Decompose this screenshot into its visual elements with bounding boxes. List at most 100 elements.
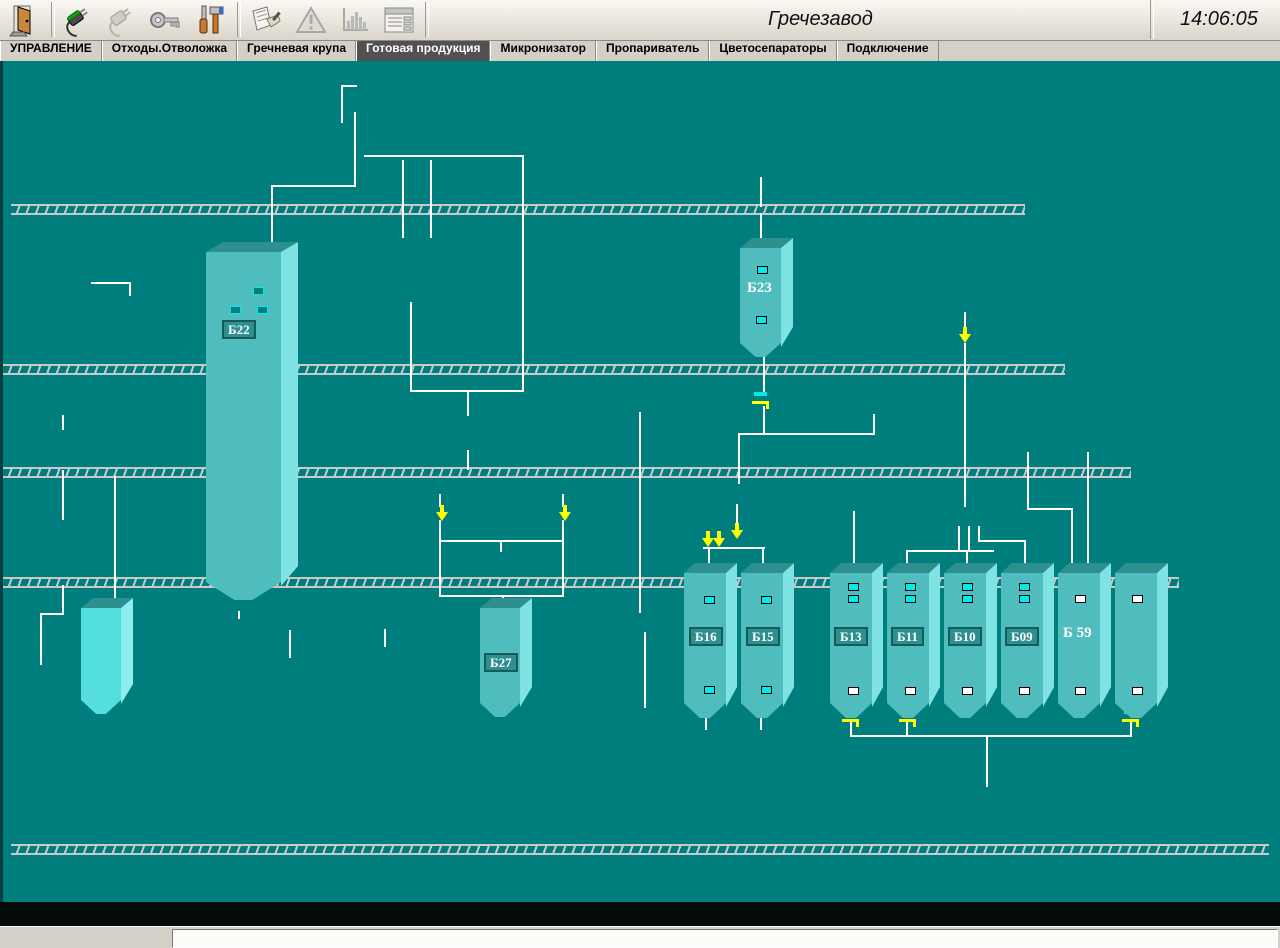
tab-2[interactable]: Отходы.Отволожка — [102, 41, 237, 61]
toolbar-separator — [51, 2, 55, 37]
pipe-line — [467, 450, 469, 470]
pipe-line — [850, 735, 1132, 737]
pipe-line — [62, 415, 64, 430]
slide-gate[interactable] — [752, 392, 772, 414]
bottom-black-band — [0, 902, 1280, 926]
silo-last[interactable] — [1115, 563, 1170, 725]
pipe-line — [402, 160, 404, 238]
pipe-line — [1027, 452, 1029, 510]
silo-othody[interactable] — [81, 598, 135, 721]
pipe-line — [91, 282, 131, 284]
pipe-line — [341, 85, 357, 87]
trends-button[interactable] — [335, 2, 375, 37]
exit-button[interactable] — [6, 2, 46, 37]
pipe-line — [986, 735, 988, 787]
silo-b09-label: Б09 — [1005, 627, 1039, 646]
journal-button[interactable] — [245, 2, 285, 37]
silo-b59[interactable] — [1058, 563, 1113, 725]
pipe-line — [467, 390, 469, 416]
pipe-line — [906, 550, 994, 552]
tab-bar: УПРАВЛЕНИЕОтходы.ОтволожкаГречневая круп… — [0, 41, 1280, 62]
flow-arrow — [731, 523, 743, 539]
pipe-line — [410, 302, 412, 392]
exit-door-icon — [9, 3, 43, 37]
silo-b22-label: Б22 — [222, 320, 256, 339]
pipe-line — [40, 613, 42, 665]
pipe-line — [873, 414, 875, 435]
level-sensor — [761, 686, 772, 694]
pipe-line — [978, 540, 1026, 542]
level-sensor — [253, 287, 264, 295]
pipe-line — [40, 613, 64, 615]
report-button[interactable] — [379, 2, 419, 37]
level-sensor — [756, 316, 767, 324]
level-sensor — [1132, 595, 1143, 603]
tab-6[interactable]: Пропариватель — [596, 41, 709, 61]
conveyor-line — [3, 364, 1065, 375]
pipe-line — [500, 540, 502, 552]
level-sensor — [905, 583, 916, 591]
pipe-line — [522, 155, 524, 392]
key-icon — [147, 3, 183, 37]
clock-separator — [1150, 0, 1154, 39]
flow-arrow — [713, 531, 725, 547]
pipe-line — [271, 185, 356, 187]
alarms-button[interactable] — [291, 2, 331, 37]
pipe-line — [964, 343, 966, 507]
conveyor-line — [11, 204, 1025, 215]
silo-b23[interactable] — [740, 238, 795, 364]
mimic-canvas: Б22Б23Б27Б16Б15Б13Б11Б10Б09Б 59 — [0, 61, 1280, 902]
level-sensor — [1075, 595, 1086, 603]
toolbar-separator — [425, 2, 429, 37]
key-button[interactable] — [145, 2, 185, 37]
tools-icon — [193, 3, 227, 37]
tab-1[interactable]: УПРАВЛЕНИЕ — [0, 41, 102, 61]
pipe-line — [644, 632, 646, 708]
level-sensor — [257, 306, 268, 314]
tab-4[interactable]: Готовая продукция — [356, 41, 490, 63]
pipe-line — [341, 85, 343, 123]
silo-b22[interactable] — [206, 242, 300, 607]
tools-button[interactable] — [190, 2, 230, 37]
plant-title: Гречезавод — [768, 8, 873, 31]
pipe-line — [62, 585, 64, 615]
conveyor-line — [3, 467, 1131, 478]
level-sensor — [757, 266, 768, 274]
level-sensor — [848, 595, 859, 603]
silo-b15-label: Б15 — [746, 627, 780, 646]
pipe-line — [1087, 452, 1089, 570]
level-sensor — [1075, 687, 1086, 695]
level-sensor — [704, 686, 715, 694]
warning-icon — [294, 3, 328, 37]
silo-b27-label: Б27 — [484, 653, 518, 672]
pipe-line — [738, 433, 740, 484]
chart-icon — [337, 3, 373, 37]
tab-8[interactable]: Подключение — [837, 41, 939, 61]
toolbar-separator — [237, 2, 241, 37]
pipe-line — [114, 476, 116, 602]
level-sensor — [848, 583, 859, 591]
pipe-line — [562, 520, 564, 597]
status-bar — [0, 926, 1280, 948]
silo-b16-label: Б16 — [689, 627, 723, 646]
pipe-line — [238, 611, 240, 619]
level-sensor — [962, 595, 973, 603]
connect-button[interactable] — [58, 2, 98, 37]
level-sensor — [1019, 595, 1030, 603]
connect-plug-icon — [61, 3, 95, 37]
pipe-line — [639, 412, 641, 613]
disconnect-plug-icon — [104, 3, 138, 37]
tab-7[interactable]: Цветосепараторы — [709, 41, 836, 61]
journal-icon — [247, 3, 283, 37]
pipe-line — [384, 629, 386, 647]
level-sensor — [761, 596, 772, 604]
disconnect-button[interactable] — [101, 2, 141, 37]
level-sensor — [848, 687, 859, 695]
silo-b10-label: Б10 — [948, 627, 982, 646]
tab-5[interactable]: Микронизатор — [490, 41, 596, 61]
level-sensor — [905, 687, 916, 695]
toolbar: Гречезавод 14:06:05 — [0, 0, 1280, 41]
pipe-line — [968, 526, 970, 552]
pipe-line — [439, 520, 441, 597]
tab-3[interactable]: Гречневая крупа — [237, 41, 356, 61]
